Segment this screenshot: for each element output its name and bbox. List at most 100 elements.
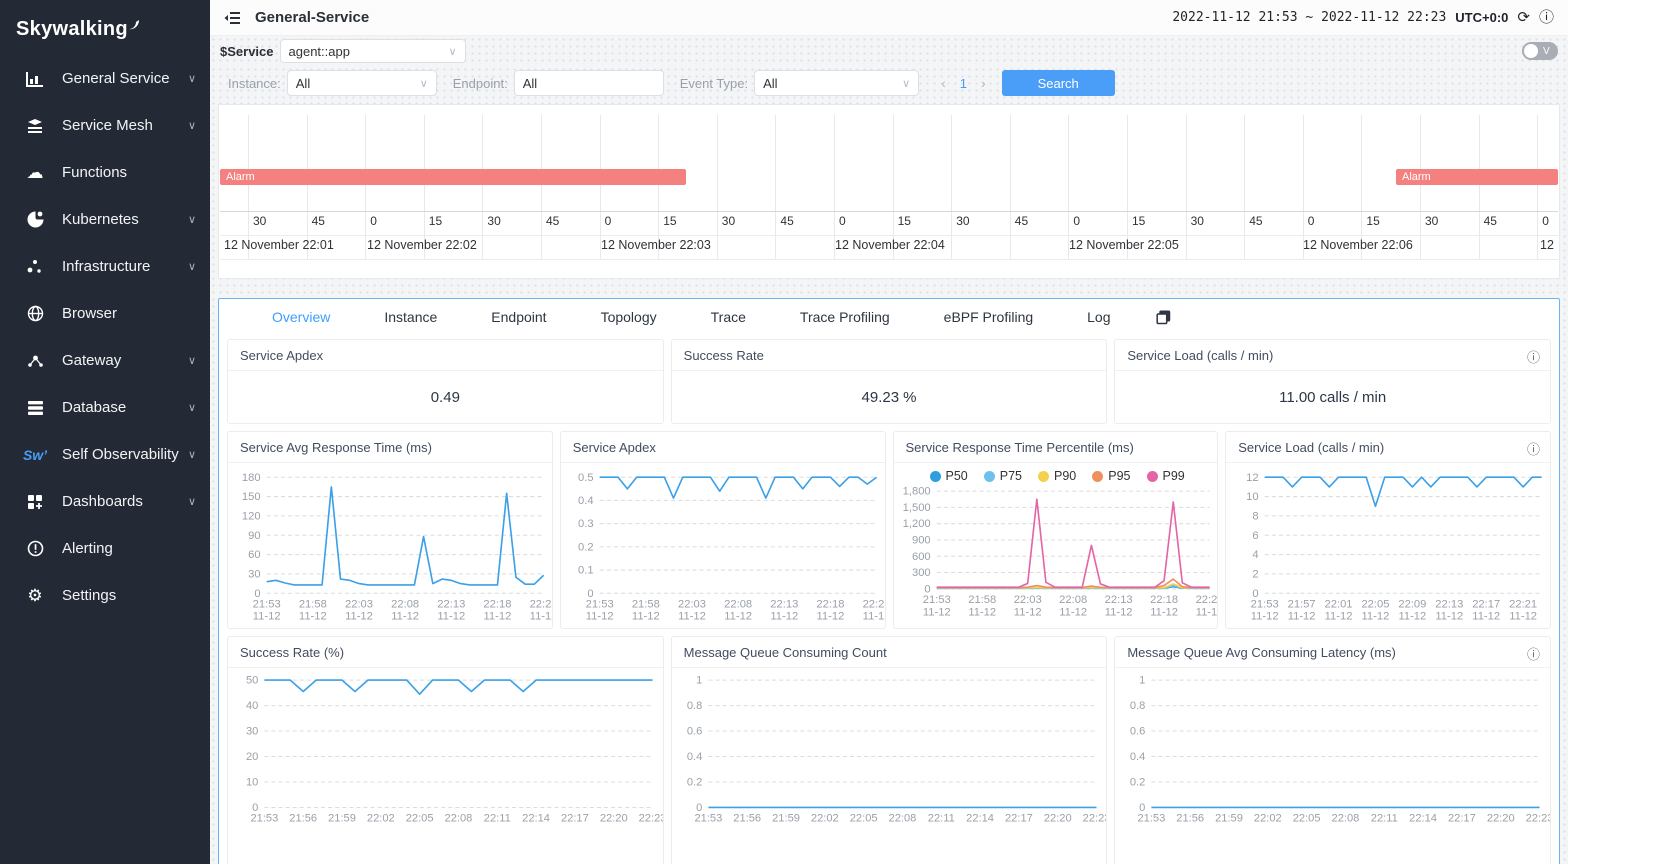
time-range-picker[interactable]: 2022-11-12 21:53 ~ 2022-11-12 22:23 [1172, 10, 1446, 25]
top-bar: General-Service 2022-11-12 21:53 ~ 2022-… [210, 0, 1568, 36]
svg-text:1: 1 [696, 675, 702, 687]
legend-item-p50[interactable]: P50 [930, 469, 968, 483]
tab-log[interactable]: Log [1060, 309, 1137, 325]
timeline-gridline [1420, 115, 1421, 259]
dashboard-panel: Overview Instance Endpoint Topology Trac… [218, 298, 1560, 864]
sidebar-item-settings[interactable]: ⚙ Settings [0, 572, 210, 619]
svg-text:21:56: 21:56 [1177, 813, 1205, 824]
sidebar-item-database[interactable]: Database ∨ [0, 384, 210, 431]
search-button[interactable]: Search [1002, 70, 1115, 96]
gateway-network-icon [24, 351, 46, 371]
refresh-icon[interactable]: ⟳ [1517, 10, 1530, 25]
metric-card-success-rate: Success Rate 49.23 % [671, 339, 1108, 424]
svg-text:0.6: 0.6 [1130, 726, 1145, 738]
sidebar-item-functions[interactable]: ☁ Functions [0, 149, 210, 196]
tab-ebpf-profiling[interactable]: eBPF Profiling [917, 309, 1060, 325]
collapse-menu-icon[interactable] [224, 11, 241, 25]
prev-page-icon[interactable]: ‹ [941, 75, 946, 91]
line-chart[interactable]: 00.10.20.30.40.521:5311-1221:5811-1222:0… [561, 465, 885, 629]
next-page-icon[interactable]: › [981, 75, 986, 91]
sidebar-item-infrastructure[interactable]: Infrastructure ∨ [0, 243, 210, 290]
chart-card-mq-consuming-count: Message Queue Consuming Count 00.20.40.6… [671, 636, 1108, 864]
cloud-icon: ☁ [24, 163, 46, 183]
legend-item-p95[interactable]: P95 [1092, 469, 1130, 483]
svg-text:1,800: 1,800 [902, 486, 930, 498]
chevron-down-icon: ∨ [188, 495, 196, 508]
info-icon[interactable]: ⓘ [1527, 347, 1540, 366]
timeline-gridline [775, 115, 776, 259]
service-select[interactable]: agent::app ∨ [280, 39, 466, 63]
chart-legend[interactable]: P50 P75 P90 P95 P99 [894, 463, 1218, 483]
line-chart[interactable]: 02468101221:5311-1221:5711-1222:0111-122… [1226, 465, 1550, 629]
legend-item-p75[interactable]: P75 [984, 469, 1022, 483]
timeline-tick-label: 0 [839, 214, 846, 228]
timeline-gridline [1244, 115, 1245, 259]
tab-topology[interactable]: Topology [574, 309, 684, 325]
tab-trace-profiling[interactable]: Trace Profiling [773, 309, 917, 325]
tab-trace[interactable]: Trace [684, 309, 773, 325]
line-chart[interactable]: 030609012015018021:5311-1221:5811-1222:0… [228, 465, 552, 629]
event-type-select[interactable]: All ∨ [754, 70, 919, 96]
sidebar-item-browser[interactable]: Browser [0, 290, 210, 337]
line-chart[interactable]: 0102030405021:5321:5621:5922:0222:0522:0… [228, 670, 663, 824]
copy-dashboard-icon[interactable] [1156, 310, 1171, 325]
timeline-tick-label: 30 [1425, 214, 1438, 228]
line-chart[interactable]: 03006009001,2001,5001,80021:5311-1221:58… [894, 485, 1218, 629]
chart-title: Service Load (calls / min) [1226, 432, 1550, 463]
sidebar-item-kubernetes[interactable]: Kubernetes ∨ [0, 196, 210, 243]
instance-select[interactable]: All ∨ [287, 70, 437, 96]
current-page[interactable]: 1 [960, 76, 967, 91]
chart-title: Service Apdex [561, 432, 885, 463]
svg-text:22:08: 22:08 [888, 813, 916, 824]
svg-text:22:1811-12: 22:1811-12 [816, 599, 844, 623]
info-icon[interactable]: ⓘ [1527, 644, 1540, 663]
svg-text:600: 600 [911, 551, 930, 563]
chart-card-service-apdex: Service Apdex 00.10.20.30.40.521:5311-12… [560, 431, 886, 629]
view-toggle[interactable]: V [1522, 42, 1558, 60]
svg-text:22:08: 22:08 [1332, 813, 1360, 824]
svg-text:0.4: 0.4 [1130, 751, 1145, 763]
chevron-down-icon: ∨ [188, 448, 196, 461]
svg-text:1,500: 1,500 [902, 502, 930, 514]
info-icon[interactable]: ⓘ [1539, 10, 1554, 25]
sidebar-item-self-observability[interactable]: Sw’ Self Observability ∨ [0, 431, 210, 478]
endpoint-input[interactable] [514, 70, 664, 96]
svg-text:22:02: 22:02 [811, 813, 839, 824]
instance-filter-label: Instance: [228, 76, 281, 91]
tab-instance[interactable]: Instance [357, 309, 464, 325]
svg-text:22:05: 22:05 [406, 813, 434, 824]
alarm-event-bar[interactable]: Alarm [220, 169, 686, 185]
sidebar-item-alerting[interactable]: Alerting [0, 525, 210, 572]
sidebar-item-gateway[interactable]: Gateway ∨ [0, 337, 210, 384]
legend-item-p99[interactable]: P99 [1147, 469, 1185, 483]
event-timeline[interactable]: 3045015304501530450153045015304501530450… [220, 115, 1558, 260]
timeline-tick-label: 30 [956, 214, 969, 228]
tab-endpoint[interactable]: Endpoint [464, 309, 573, 325]
svg-text:21:5711-12: 21:5711-12 [1288, 599, 1316, 623]
legend-item-p90[interactable]: P90 [1038, 469, 1076, 483]
timeline-gridline [482, 115, 483, 259]
sidebar-item-service-mesh[interactable]: Service Mesh ∨ [0, 102, 210, 149]
svg-text:22:17: 22:17 [561, 813, 589, 824]
svg-text:20: 20 [246, 751, 258, 763]
svg-text:21:5811-12: 21:5811-12 [968, 594, 996, 618]
svg-text:22:17: 22:17 [1005, 813, 1033, 824]
legend-dot [1147, 471, 1158, 482]
svg-text:22:11: 22:11 [484, 813, 511, 824]
svg-text:21:5311-12: 21:5311-12 [1251, 599, 1279, 623]
svg-text:21:53: 21:53 [694, 813, 722, 824]
line-chart[interactable]: 00.20.40.60.8121:5321:5621:5922:0222:052… [1115, 670, 1550, 824]
timeline-gridline [541, 115, 542, 259]
timeline-tick-label: 30 [722, 214, 735, 228]
sidebar-item-dashboards[interactable]: Dashboards ∨ [0, 478, 210, 525]
tab-overview[interactable]: Overview [245, 309, 357, 325]
timeline-gridline [717, 115, 718, 259]
metric-unit: % [903, 389, 916, 406]
sidebar-item-general-service[interactable]: General Service ∨ [0, 55, 210, 102]
alarm-event-bar[interactable]: Alarm [1396, 169, 1558, 185]
svg-text:21:59: 21:59 [1215, 813, 1243, 824]
info-icon[interactable]: ⓘ [1527, 439, 1540, 458]
line-chart[interactable]: 00.20.40.60.8121:5321:5621:5922:0222:052… [672, 670, 1107, 824]
metric-value: 11.00 [1279, 389, 1315, 406]
svg-text:21:5811-12: 21:5811-12 [632, 599, 660, 623]
